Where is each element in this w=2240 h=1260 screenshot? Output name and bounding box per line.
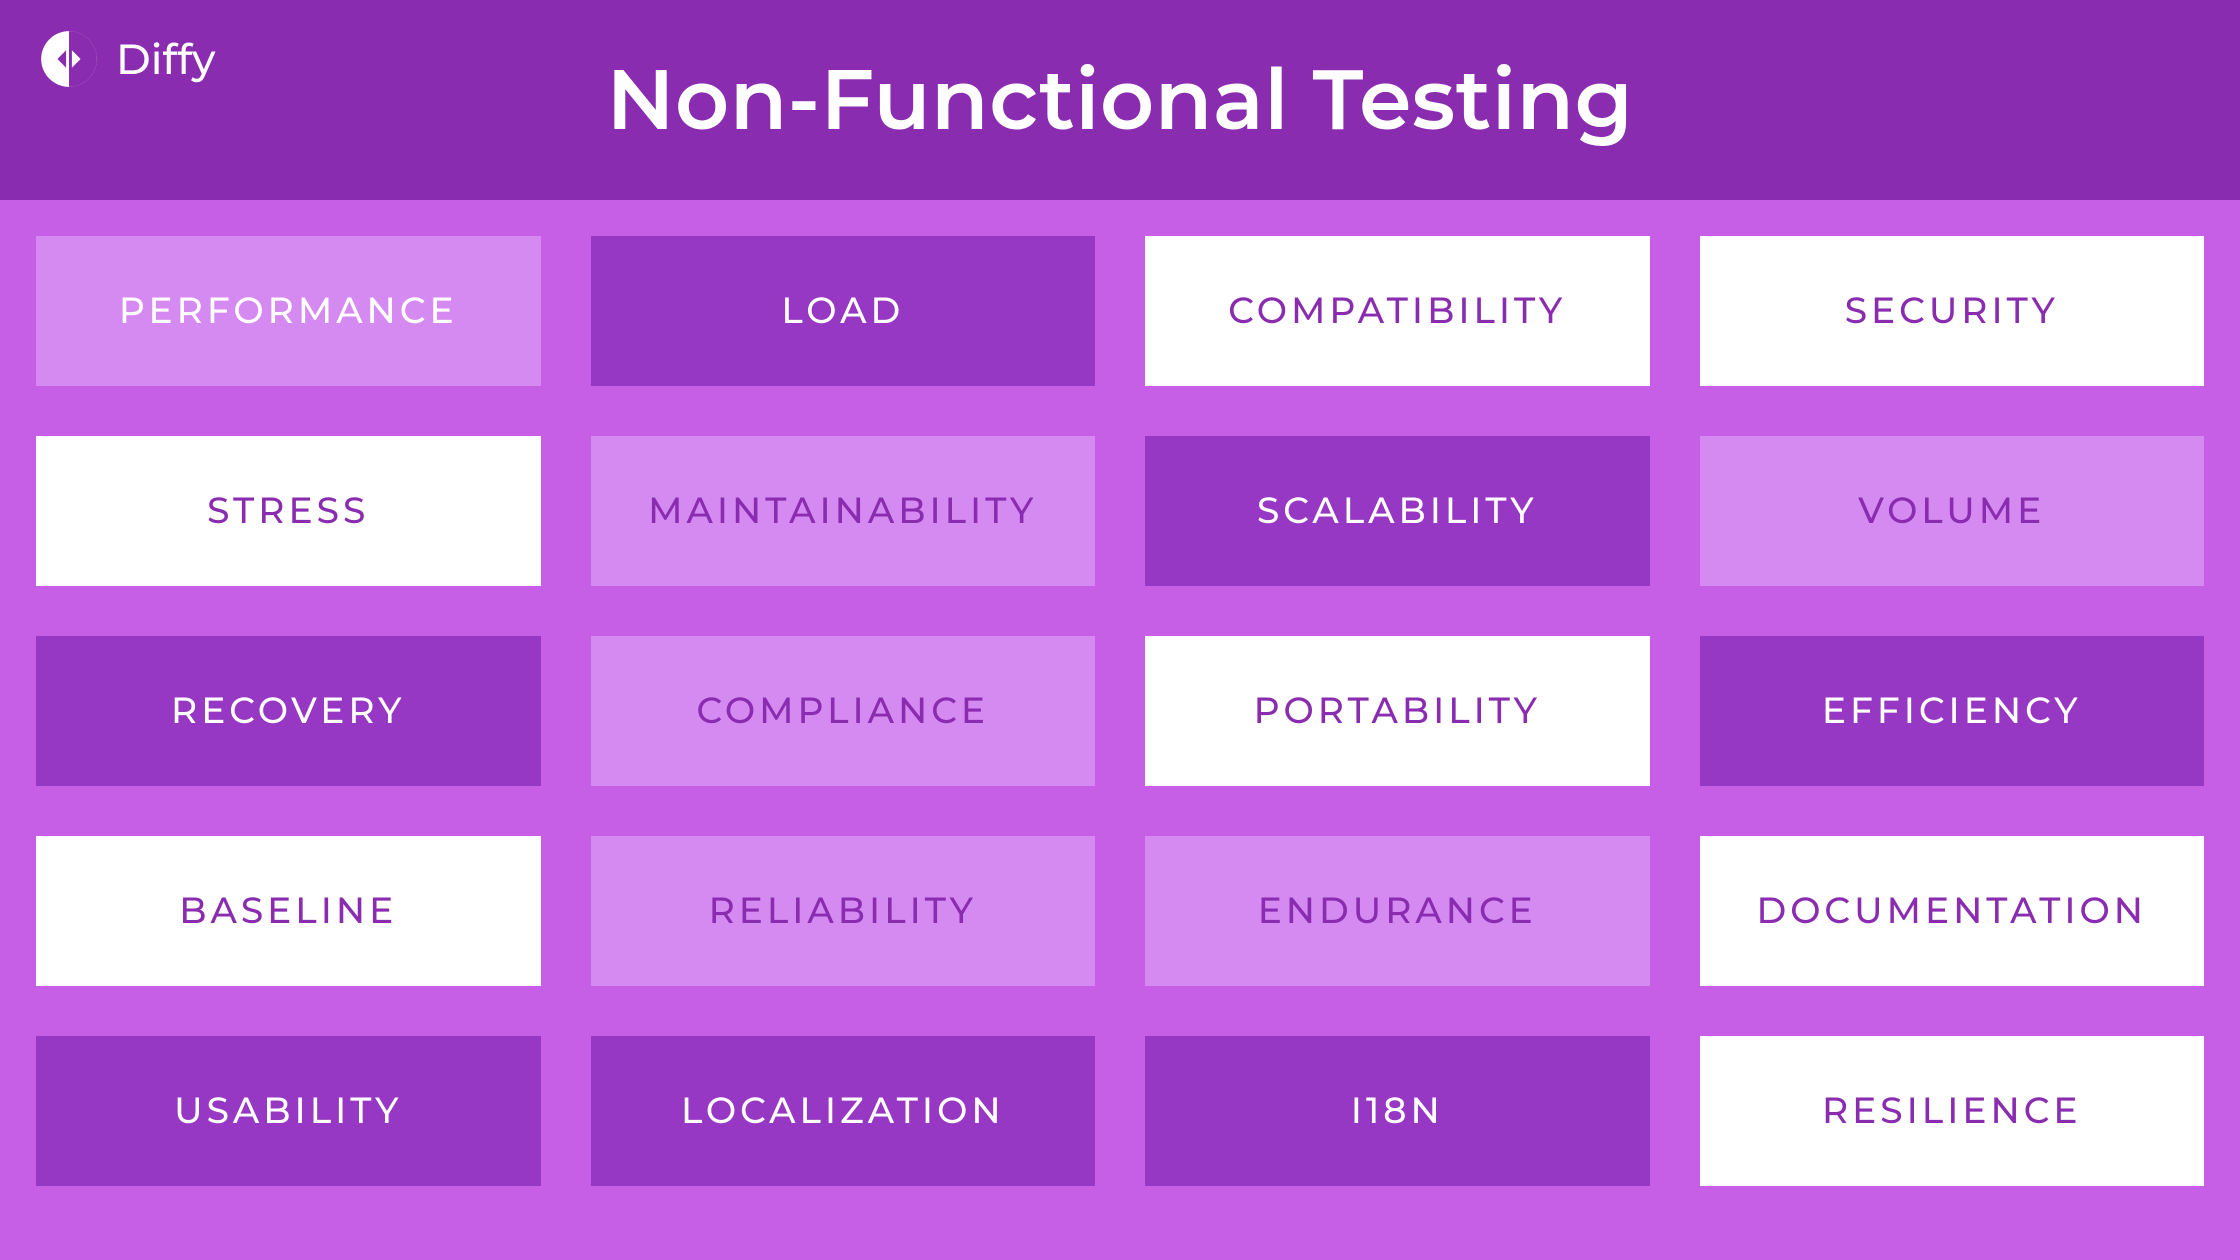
- tile-label: DOCUMENTATION: [1756, 889, 2147, 933]
- header: Diffy Non-Functional Testing: [0, 0, 2240, 200]
- tile-label: USABILITY: [174, 1089, 402, 1133]
- brand-name: Diffy: [116, 33, 215, 85]
- tile-label: SCALABILITY: [1257, 489, 1538, 533]
- tile-label: I18N: [1351, 1089, 1444, 1133]
- tile-label: EFFICIENCY: [1822, 689, 2082, 733]
- tile-label: ENDURANCE: [1258, 889, 1537, 933]
- tile-volume: VOLUME: [1700, 436, 2205, 586]
- diffy-logo-icon: [40, 30, 98, 88]
- tile-portability: PORTABILITY: [1145, 636, 1650, 786]
- tile-label: PERFORMANCE: [119, 289, 458, 333]
- tile-resilience: RESILIENCE: [1700, 1036, 2205, 1186]
- tile-label: STRESS: [207, 489, 369, 533]
- tile-recovery: RECOVERY: [36, 636, 541, 786]
- tile-label: SECURITY: [1845, 289, 2059, 333]
- tile-label: COMPLIANCE: [696, 689, 989, 733]
- tile-scalability: SCALABILITY: [1145, 436, 1650, 586]
- brand-logo: Diffy: [40, 30, 215, 88]
- tile-label: RECOVERY: [171, 689, 405, 733]
- page-title: Non-Functional Testing: [0, 49, 2240, 151]
- tile-label: RELIABILITY: [709, 889, 977, 933]
- tile-label: VOLUME: [1858, 489, 2045, 533]
- tile-label: COMPATIBILITY: [1228, 289, 1566, 333]
- tile-label: MAINTAINABILITY: [648, 489, 1037, 533]
- tile-load: LOAD: [591, 236, 1096, 386]
- tile-endurance: ENDURANCE: [1145, 836, 1650, 986]
- tile-stress: STRESS: [36, 436, 541, 586]
- tile-label: RESILIENCE: [1822, 1089, 2082, 1133]
- tile-localization: LOCALIZATION: [591, 1036, 1096, 1186]
- tile-label: LOAD: [781, 289, 904, 333]
- tiles-grid: PERFORMANCE LOAD COMPATIBILITY SECURITY STRE…: [0, 200, 2240, 1222]
- tile-label: PORTABILITY: [1254, 689, 1541, 733]
- tile-label: LOCALIZATION: [681, 1089, 1005, 1133]
- tile-compatibility: COMPATIBILITY: [1145, 236, 1650, 386]
- tile-reliability: RELIABILITY: [591, 836, 1096, 986]
- tile-baseline: BASELINE: [36, 836, 541, 986]
- tile-compliance: COMPLIANCE: [591, 636, 1096, 786]
- tile-i18n: I18N: [1145, 1036, 1650, 1186]
- tile-label: BASELINE: [179, 889, 397, 933]
- tile-usability: USABILITY: [36, 1036, 541, 1186]
- tile-documentation: DOCUMENTATION: [1700, 836, 2205, 986]
- tile-efficiency: EFFICIENCY: [1700, 636, 2205, 786]
- tile-maintainability: MAINTAINABILITY: [591, 436, 1096, 586]
- tile-performance: PERFORMANCE: [36, 236, 541, 386]
- tile-security: SECURITY: [1700, 236, 2205, 386]
